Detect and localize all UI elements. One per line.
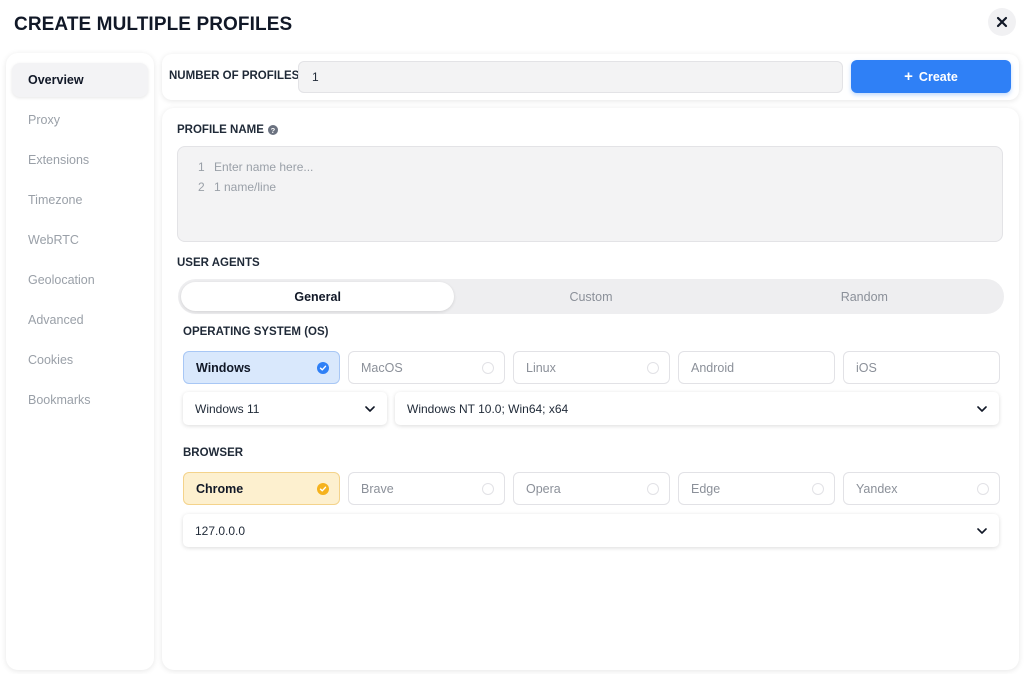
- radio-icon: [977, 482, 989, 495]
- radio-icon: [812, 482, 824, 495]
- browser-option-edge[interactable]: Edge: [678, 472, 835, 505]
- help-icon[interactable]: ?: [267, 125, 278, 135]
- radio-icon: [647, 361, 659, 374]
- line-number: 1: [198, 160, 205, 174]
- textarea-line: 1 Enter name here...: [198, 157, 1002, 177]
- os-options: Windows MacOS Linux Android iOS: [183, 351, 1000, 384]
- browser-option-label: Edge: [691, 481, 721, 496]
- radio-icon: [482, 482, 494, 495]
- os-option-linux[interactable]: Linux: [513, 351, 670, 384]
- sidebar-item-bookmarks[interactable]: Bookmarks: [12, 383, 148, 417]
- browser-option-label: Yandex: [856, 481, 898, 496]
- browser-option-chrome[interactable]: Chrome: [183, 472, 340, 505]
- os-option-windows[interactable]: Windows: [183, 351, 340, 384]
- check-icon: [317, 361, 329, 374]
- chevron-down-icon: [977, 527, 987, 534]
- close-button[interactable]: [988, 8, 1016, 36]
- browser-options: Chrome Brave Opera Edge Yandex: [183, 472, 1000, 505]
- sidebar-item-label: Cookies: [28, 353, 74, 367]
- radio-icon: [647, 482, 659, 495]
- os-option-label: iOS: [856, 360, 877, 375]
- sidebar-item-proxy[interactable]: Proxy: [12, 103, 148, 137]
- os-label: OPERATING SYSTEM (OS): [183, 326, 329, 338]
- user-agent-string-value: Windows NT 10.0; Win64; x64: [407, 401, 569, 416]
- sidebar-item-timezone[interactable]: Timezone: [12, 183, 148, 217]
- browser-option-label: Brave: [361, 481, 394, 496]
- sidebar-item-label: Overview: [28, 73, 84, 87]
- tab-general[interactable]: General: [181, 282, 455, 311]
- textarea-line: 2 1 name/line: [198, 177, 1002, 197]
- os-option-ios[interactable]: iOS: [843, 351, 1000, 384]
- browser-version-value: 127.0.0.0: [195, 523, 246, 538]
- sidebar-item-cookies[interactable]: Cookies: [12, 343, 148, 377]
- os-option-label: Windows: [196, 360, 251, 375]
- chevron-down-icon: [365, 405, 375, 412]
- textarea-placeholder: Enter name here...: [214, 160, 314, 174]
- tab-random[interactable]: Random: [728, 282, 1001, 311]
- sidebar-item-geolocation[interactable]: Geolocation: [12, 263, 148, 297]
- sidebar-item-overview[interactable]: Overview: [12, 63, 148, 97]
- profile-count-value: 1: [312, 70, 319, 84]
- sidebar-item-extensions[interactable]: Extensions: [12, 143, 148, 177]
- user-agent-tabs: General Custom Random: [178, 279, 1004, 314]
- os-version-value: Windows 11: [195, 401, 260, 416]
- check-icon: [317, 482, 329, 495]
- create-button-label: Create: [918, 69, 958, 84]
- radio-icon: [482, 361, 494, 374]
- line-number: 2: [198, 180, 205, 194]
- sidebar-item-label: Bookmarks: [28, 393, 91, 407]
- profile-name-textarea[interactable]: 1 Enter name here... 2 1 name/line: [177, 146, 1003, 242]
- user-agent-string-select[interactable]: Windows NT 10.0; Win64; x64: [395, 392, 999, 425]
- sidebar: Overview Proxy Extensions Timezone WebRT…: [6, 53, 154, 670]
- os-option-macos[interactable]: MacOS: [348, 351, 505, 384]
- browser-label: BROWSER: [183, 447, 244, 459]
- close-icon: [996, 16, 1008, 28]
- browser-option-opera[interactable]: Opera: [513, 472, 670, 505]
- profile-name-label: PROFILE NAME: [177, 124, 264, 136]
- profile-count-bar: NUMBER OF PROFILES 1 + Create: [162, 54, 1019, 100]
- sidebar-item-label: WebRTC: [28, 233, 79, 247]
- textarea-placeholder: 1 name/line: [214, 180, 277, 194]
- plus-icon: +: [904, 68, 913, 85]
- user-agents-label: USER AGENTS: [177, 257, 260, 269]
- os-option-label: Android: [691, 360, 735, 375]
- sidebar-item-webrtc[interactable]: WebRTC: [12, 223, 148, 257]
- dialog-title: CREATE MULTIPLE PROFILES: [14, 14, 293, 35]
- profile-count-input[interactable]: 1: [298, 61, 843, 93]
- chevron-down-icon: [977, 405, 987, 412]
- sidebar-item-label: Extensions: [28, 153, 90, 167]
- os-option-android[interactable]: Android: [678, 351, 835, 384]
- browser-option-label: Opera: [526, 481, 561, 496]
- sidebar-item-label: Geolocation: [28, 273, 95, 287]
- os-version-select[interactable]: Windows 11: [183, 392, 387, 425]
- tab-custom[interactable]: Custom: [454, 282, 727, 311]
- profile-count-label: NUMBER OF PROFILES: [169, 70, 300, 82]
- browser-option-brave[interactable]: Brave: [348, 472, 505, 505]
- sidebar-item-label: Proxy: [28, 113, 60, 127]
- settings-panel: PROFILE NAME ? 1 Enter name here... 2 1 …: [162, 108, 1019, 670]
- sidebar-item-advanced[interactable]: Advanced: [12, 303, 148, 337]
- browser-version-select[interactable]: 127.0.0.0: [183, 514, 999, 547]
- create-button[interactable]: + Create: [851, 60, 1011, 93]
- browser-option-yandex[interactable]: Yandex: [843, 472, 1000, 505]
- os-option-label: MacOS: [361, 360, 403, 375]
- profile-name-section: PROFILE NAME ?: [177, 124, 278, 136]
- sidebar-item-label: Timezone: [28, 193, 83, 207]
- os-option-label: Linux: [526, 360, 556, 375]
- browser-option-label: Chrome: [196, 481, 244, 496]
- sidebar-item-label: Advanced: [28, 313, 84, 327]
